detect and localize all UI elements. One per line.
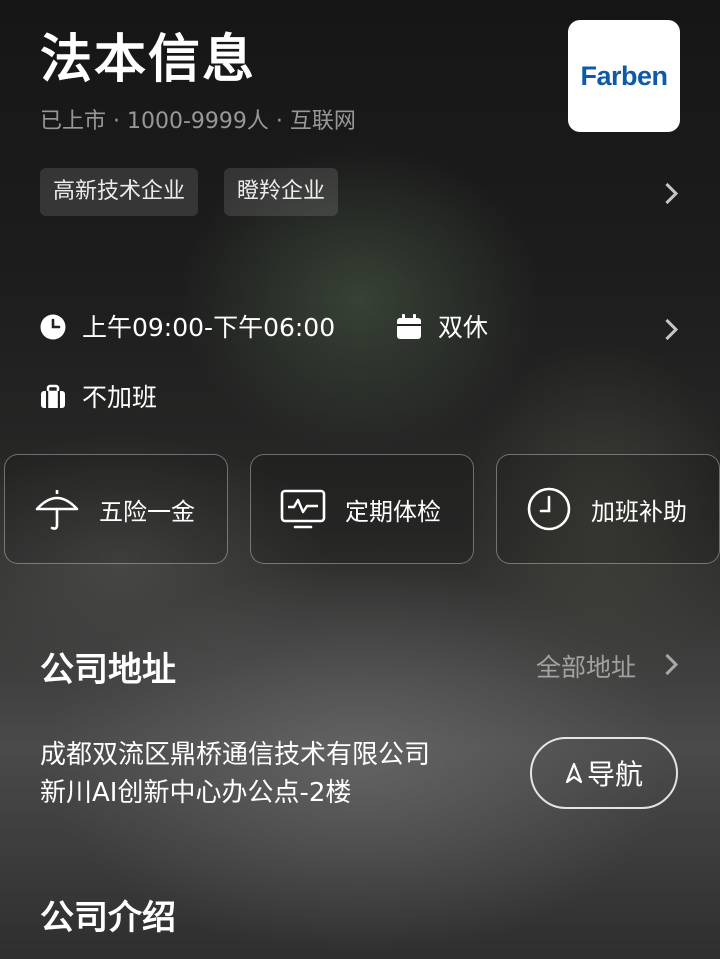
tag-high-tech: 高新技术企业: [40, 168, 199, 216]
work-hours: 上午09:00-下午06:00: [82, 313, 336, 342]
logo-text: Farben: [580, 60, 668, 91]
company-meta: 已上市 · 1000-9999人 · 互联网: [40, 109, 356, 134]
clock-icon: [525, 485, 573, 533]
overtime-info: 不加班: [82, 383, 158, 412]
clock-icon: [40, 314, 66, 344]
chevron-right-icon: [656, 318, 679, 341]
work-info-chevron-button[interactable]: [656, 318, 679, 341]
navigate-button[interactable]: 导航: [530, 737, 678, 809]
chevron-right-icon: [656, 182, 679, 205]
all-addresses-chevron[interactable]: [656, 653, 679, 676]
company-logo: Farben: [568, 20, 680, 132]
tag-gazelle: 瞪羚企业: [224, 168, 339, 216]
tags-chevron-button[interactable]: [656, 182, 679, 205]
benefit-card-overtime-allowance[interactable]: 加班补助: [496, 454, 720, 564]
benefit-card-insurance[interactable]: 五险一金: [4, 454, 228, 564]
monitor-pulse-icon: [279, 485, 327, 533]
chevron-right-icon: [656, 653, 679, 676]
briefcase-icon: [40, 384, 66, 414]
umbrella-icon: [33, 485, 81, 533]
calendar-icon: [396, 314, 422, 344]
company-address: 成都双流区鼎桥通信技术有限公司 新川AI创新中心办公点-2楼: [40, 736, 510, 812]
benefit-card-checkup[interactable]: 定期体检: [250, 454, 474, 564]
navigate-label: 导航: [586, 758, 643, 791]
all-addresses-link[interactable]: 全部地址: [536, 648, 636, 684]
benefit-label: 定期体检: [345, 497, 441, 526]
section-title-address: 公司地址: [40, 650, 176, 690]
section-title-intro: 公司介绍: [40, 898, 176, 938]
address-line-2: 新川AI创新中心办公点-2楼: [40, 778, 352, 808]
benefit-label: 加班补助: [591, 497, 687, 526]
benefit-label: 五险一金: [99, 497, 195, 526]
weekend-info: 双休: [438, 313, 489, 342]
navigation-arrow-icon: [565, 762, 583, 784]
address-line-1: 成都双流区鼎桥通信技术有限公司: [40, 740, 431, 770]
company-name: 法本信息: [40, 30, 257, 90]
